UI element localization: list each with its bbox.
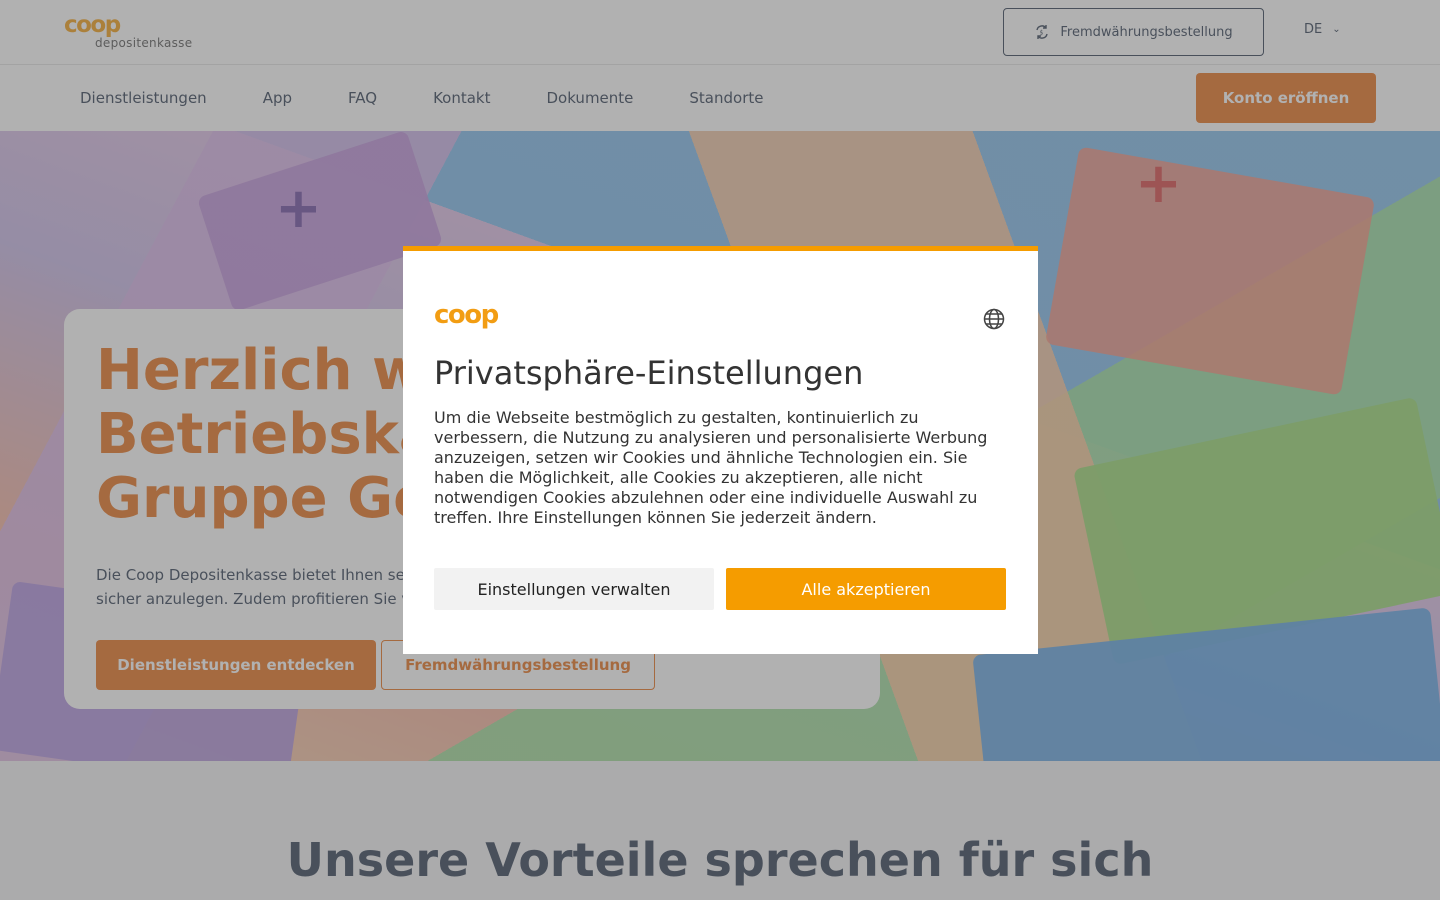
dialog-text: Um die Webseite bestmöglich zu gestalten… — [434, 408, 988, 527]
privacy-settings-dialog: coop Privatsphäre-Einstellungen Um die W… — [403, 246, 1038, 654]
manage-settings-button[interactable]: Einstellungen verwalten — [434, 568, 714, 610]
accept-all-button[interactable]: Alle akzeptieren — [726, 568, 1006, 610]
dialog-title: Privatsphäre-Einstellungen — [434, 354, 864, 392]
globe-icon[interactable] — [982, 307, 1006, 331]
coop-logo: coop — [434, 300, 499, 330]
